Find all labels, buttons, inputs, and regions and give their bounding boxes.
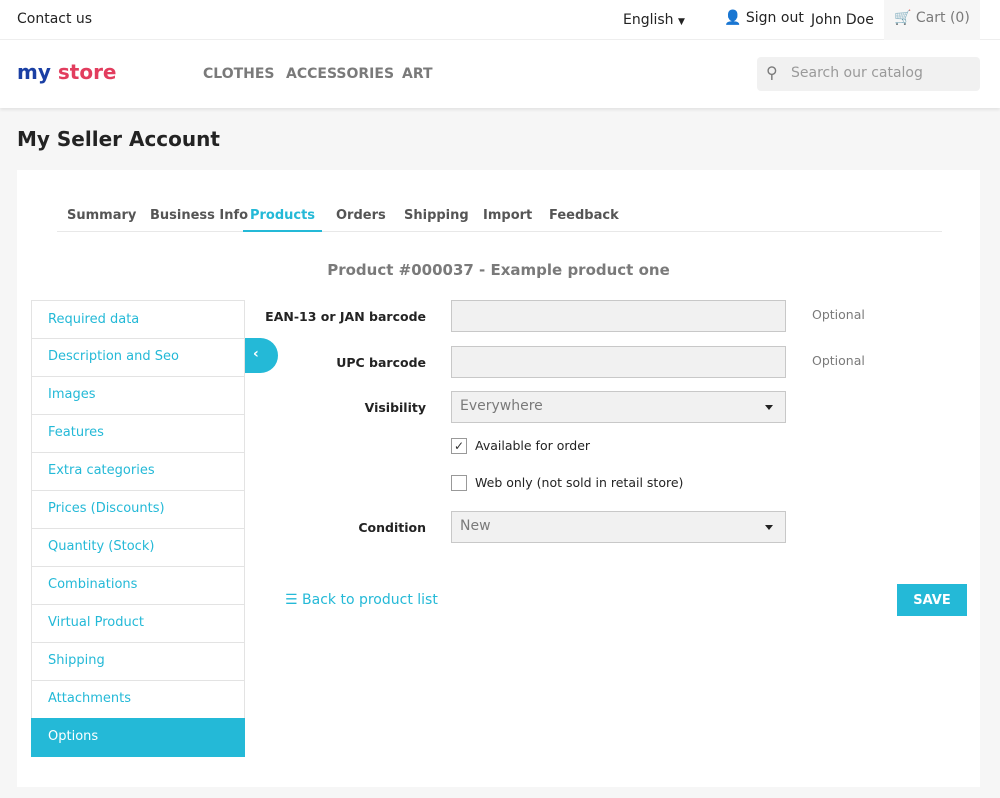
tab-orders[interactable]: Orders (336, 208, 386, 223)
sidebar-item-prices-discounts[interactable]: Prices (Discounts) (31, 490, 245, 529)
cart-icon: 🛒 (894, 10, 912, 26)
cart-label: Cart (915, 10, 946, 26)
available-checkbox[interactable]: ✓ (451, 438, 467, 454)
sidebar-item-virtual-product[interactable]: Virtual Product (31, 604, 245, 643)
sign-out-link[interactable]: 👤 Sign out (724, 10, 804, 26)
nav-clothes[interactable]: CLOTHES (203, 66, 275, 82)
tabs-divider (57, 231, 942, 232)
sidebar-item-options[interactable]: Options (31, 718, 245, 757)
caret-down-icon (765, 405, 773, 410)
sidebar-item-quantity-stock[interactable]: Quantity (Stock) (31, 528, 245, 567)
upc-label: UPC barcode (336, 355, 426, 370)
sidebar-item-images[interactable]: Images (31, 376, 245, 415)
tab-import[interactable]: Import (483, 208, 532, 223)
back-label: Back to product list (302, 592, 438, 608)
top-bar: Contact us English ▼ 👤 Sign out John Doe… (0, 0, 1000, 40)
visibility-label: Visibility (364, 400, 426, 415)
visibility-value: Everywhere (460, 398, 543, 414)
page-title: My Seller Account (17, 127, 220, 151)
web-only-checkbox[interactable] (451, 475, 467, 491)
upc-hint: Optional (812, 353, 865, 368)
upc-input[interactable] (451, 346, 786, 378)
sidebar-item-combinations[interactable]: Combinations (31, 566, 245, 605)
cart-count: (0) (949, 10, 970, 26)
contact-us-link[interactable]: Contact us (17, 11, 92, 27)
search-input[interactable]: ⚲ Search our catalog (757, 57, 980, 91)
check-icon: ✓ (453, 439, 465, 453)
language-selector[interactable]: English ▼ (623, 12, 685, 28)
tab-feedback[interactable]: Feedback (549, 208, 619, 223)
tab-shipping[interactable]: Shipping (404, 208, 469, 223)
caret-down-icon: ▼ (678, 17, 685, 27)
caret-down-icon (765, 525, 773, 530)
tab-products[interactable]: Products (243, 208, 322, 232)
ean-hint: Optional (812, 307, 865, 322)
condition-label: Condition (358, 520, 426, 535)
condition-select[interactable]: New (451, 511, 786, 543)
sidebar-item-description-and-seo[interactable]: Description and Seo (31, 338, 245, 377)
search-icon: ⚲ (766, 63, 778, 82)
sidebar-item-extra-categories[interactable]: Extra categories (31, 452, 245, 491)
nav-art[interactable]: ART (402, 66, 433, 82)
cart-button[interactable]: 🛒 Cart (0) (884, 0, 980, 40)
search-placeholder: Search our catalog (791, 65, 923, 81)
store-logo[interactable]: my store (17, 60, 117, 84)
sidebar-item-shipping[interactable]: Shipping (31, 642, 245, 681)
save-button[interactable]: SAVE (897, 584, 967, 616)
tab-business-info[interactable]: Business Info (150, 208, 248, 223)
sidebar-item-features[interactable]: Features (31, 414, 245, 453)
user-icon: 👤 (724, 10, 742, 26)
visibility-select[interactable]: Everywhere (451, 391, 786, 423)
web-only-label: Web only (not sold in retail store) (475, 475, 684, 490)
list-icon: ☰ (285, 592, 298, 608)
product-heading: Product #000037 - Example product one (327, 261, 670, 279)
language-label: English (623, 12, 674, 28)
condition-value: New (460, 518, 491, 534)
header: my store CLOTHES ACCESSORIES ART ⚲ Searc… (0, 40, 1000, 108)
tab-summary[interactable]: Summary (67, 208, 136, 223)
sign-out-label: Sign out (745, 10, 804, 26)
back-to-product-list-link[interactable]: ☰ Back to product list (285, 592, 438, 608)
available-label: Available for order (475, 438, 591, 453)
sidebar-item-required-data[interactable]: Required data (31, 300, 245, 339)
ean-input[interactable] (451, 300, 786, 332)
sidebar-item-attachments[interactable]: Attachments (31, 680, 245, 719)
nav-accessories[interactable]: ACCESSORIES (286, 66, 394, 82)
seller-account-card: Summary Business Info Products Orders Sh… (17, 170, 980, 787)
ean-label: EAN-13 or JAN barcode (265, 309, 426, 324)
user-name[interactable]: John Doe (811, 12, 874, 28)
